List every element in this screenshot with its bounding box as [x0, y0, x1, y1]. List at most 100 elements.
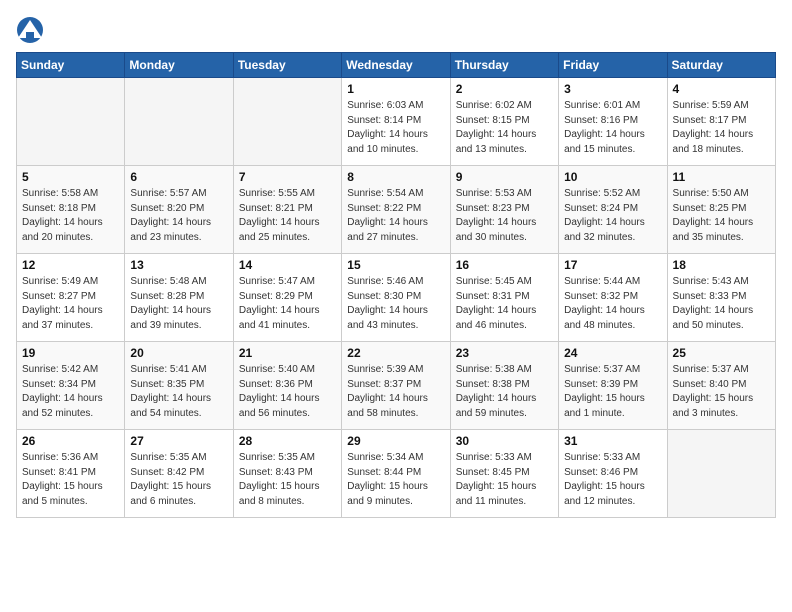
calendar-cell: 22 Sunrise: 5:39 AM Sunset: 8:37 PM Dayli… — [342, 342, 450, 430]
calendar-week-row: 1 Sunrise: 6:03 AM Sunset: 8:14 PM Daylig… — [17, 78, 776, 166]
calendar-cell: 29 Sunrise: 5:34 AM Sunset: 8:44 PM Dayli… — [342, 430, 450, 518]
day-number: 10 — [564, 170, 661, 184]
calendar-cell: 31 Sunrise: 5:33 AM Sunset: 8:46 PM Dayli… — [559, 430, 667, 518]
day-number: 19 — [22, 346, 119, 360]
header-sunday: Sunday — [17, 53, 125, 78]
calendar-cell: 23 Sunrise: 5:38 AM Sunset: 8:38 PM Dayli… — [450, 342, 558, 430]
calendar-cell: 19 Sunrise: 5:42 AM Sunset: 8:34 PM Dayli… — [17, 342, 125, 430]
calendar-cell: 2Sunrise: 6:02 AM Sunset: 8:15 PM Daylig… — [450, 78, 558, 166]
day-detail: Sunrise: 5:57 AM Sunset: 8:20 PM Dayligh… — [130, 187, 227, 245]
header-thursday: Thursday — [450, 53, 558, 78]
calendar-table: SundayMondayTuesdayWednesdayThursdayFrid… — [16, 52, 776, 518]
calendar-cell: 9Sunrise: 5:53 AM Sunset: 8:23 PM Daylig… — [450, 166, 558, 254]
calendar-cell: 28 Sunrise: 5:35 AM Sunset: 8:43 PM Dayli… — [233, 430, 341, 518]
page-header — [16, 16, 776, 44]
day-number: 29 — [347, 434, 444, 448]
calendar-cell: 1 Sunrise: 6:03 AM Sunset: 8:14 PM Daylig… — [342, 78, 450, 166]
day-number: 1 — [347, 82, 444, 96]
day-detail: Sunrise: 5:36 AM Sunset: 8:41 PM Dayligh… — [22, 451, 119, 509]
day-detail: Sunrise: 5:38 AM Sunset: 8:38 PM Dayligh… — [456, 363, 553, 421]
calendar-cell: 18 Sunrise: 5:43 AM Sunset: 8:33 PM Dayli… — [667, 254, 775, 342]
day-detail: Sunrise: 5:35 AM Sunset: 8:42 PM Dayligh… — [130, 451, 227, 509]
day-detail: Sunrise: 5:50 AM Sunset: 8:25 PM Dayligh… — [673, 187, 770, 245]
day-detail: Sunrise: 6:02 AM Sunset: 8:15 PM Dayligh… — [456, 99, 553, 157]
calendar-cell: 17 Sunrise: 5:44 AM Sunset: 8:32 PM Dayli… — [559, 254, 667, 342]
day-number: 17 — [564, 258, 661, 272]
header-monday: Monday — [125, 53, 233, 78]
day-detail: Sunrise: 5:59 AM Sunset: 8:17 PM Dayligh… — [673, 99, 770, 157]
calendar-cell: 12 Sunrise: 5:49 AM Sunset: 8:27 PM Dayli… — [17, 254, 125, 342]
day-number: 27 — [130, 434, 227, 448]
header-wednesday: Wednesday — [342, 53, 450, 78]
day-detail: Sunrise: 5:40 AM Sunset: 8:36 PM Dayligh… — [239, 363, 336, 421]
calendar-cell: 16Sunrise: 5:45 AM Sunset: 8:31 PM Dayli… — [450, 254, 558, 342]
day-detail: Sunrise: 5:37 AM Sunset: 8:40 PM Dayligh… — [673, 363, 770, 421]
day-number: 30 — [456, 434, 553, 448]
header-tuesday: Tuesday — [233, 53, 341, 78]
day-number: 11 — [673, 170, 770, 184]
day-number: 3 — [564, 82, 661, 96]
day-number: 23 — [456, 346, 553, 360]
day-number: 31 — [564, 434, 661, 448]
day-detail: Sunrise: 5:35 AM Sunset: 8:43 PM Dayligh… — [239, 451, 336, 509]
day-number: 22 — [347, 346, 444, 360]
logo — [16, 16, 48, 44]
day-detail: Sunrise: 5:58 AM Sunset: 8:18 PM Dayligh… — [22, 187, 119, 245]
logo-icon — [16, 16, 44, 44]
calendar-cell: 26Sunrise: 5:36 AM Sunset: 8:41 PM Dayli… — [17, 430, 125, 518]
day-detail: Sunrise: 5:52 AM Sunset: 8:24 PM Dayligh… — [564, 187, 661, 245]
calendar-cell — [125, 78, 233, 166]
day-detail: Sunrise: 5:39 AM Sunset: 8:37 PM Dayligh… — [347, 363, 444, 421]
header-friday: Friday — [559, 53, 667, 78]
calendar-cell: 15 Sunrise: 5:46 AM Sunset: 8:30 PM Dayli… — [342, 254, 450, 342]
calendar-cell: 20Sunrise: 5:41 AM Sunset: 8:35 PM Dayli… — [125, 342, 233, 430]
calendar-cell: 13Sunrise: 5:48 AM Sunset: 8:28 PM Dayli… — [125, 254, 233, 342]
day-number: 8 — [347, 170, 444, 184]
day-detail: Sunrise: 5:42 AM Sunset: 8:34 PM Dayligh… — [22, 363, 119, 421]
calendar-cell: 4 Sunrise: 5:59 AM Sunset: 8:17 PM Daylig… — [667, 78, 775, 166]
day-number: 25 — [673, 346, 770, 360]
day-detail: Sunrise: 5:33 AM Sunset: 8:45 PM Dayligh… — [456, 451, 553, 509]
day-detail: Sunrise: 5:33 AM Sunset: 8:46 PM Dayligh… — [564, 451, 661, 509]
day-number: 21 — [239, 346, 336, 360]
day-number: 5 — [22, 170, 119, 184]
day-detail: Sunrise: 5:37 AM Sunset: 8:39 PM Dayligh… — [564, 363, 661, 421]
calendar-cell: 8 Sunrise: 5:54 AM Sunset: 8:22 PM Daylig… — [342, 166, 450, 254]
calendar-week-row: 26Sunrise: 5:36 AM Sunset: 8:41 PM Dayli… — [17, 430, 776, 518]
calendar-cell: 24 Sunrise: 5:37 AM Sunset: 8:39 PM Dayli… — [559, 342, 667, 430]
calendar-week-row: 5 Sunrise: 5:58 AM Sunset: 8:18 PM Daylig… — [17, 166, 776, 254]
calendar-cell: 6 Sunrise: 5:57 AM Sunset: 8:20 PM Daylig… — [125, 166, 233, 254]
calendar-week-row: 12 Sunrise: 5:49 AM Sunset: 8:27 PM Dayli… — [17, 254, 776, 342]
day-number: 28 — [239, 434, 336, 448]
day-detail: Sunrise: 5:45 AM Sunset: 8:31 PM Dayligh… — [456, 275, 553, 333]
header-saturday: Saturday — [667, 53, 775, 78]
day-detail: Sunrise: 6:03 AM Sunset: 8:14 PM Dayligh… — [347, 99, 444, 157]
day-number: 14 — [239, 258, 336, 272]
day-number: 18 — [673, 258, 770, 272]
day-number: 15 — [347, 258, 444, 272]
day-detail: Sunrise: 5:46 AM Sunset: 8:30 PM Dayligh… — [347, 275, 444, 333]
day-number: 12 — [22, 258, 119, 272]
day-number: 4 — [673, 82, 770, 96]
calendar-cell: 14 Sunrise: 5:47 AM Sunset: 8:29 PM Dayli… — [233, 254, 341, 342]
calendar-cell — [667, 430, 775, 518]
calendar-cell: 3 Sunrise: 6:01 AM Sunset: 8:16 PM Daylig… — [559, 78, 667, 166]
calendar-cell: 7Sunrise: 5:55 AM Sunset: 8:21 PM Daylig… — [233, 166, 341, 254]
day-number: 6 — [130, 170, 227, 184]
calendar-cell — [17, 78, 125, 166]
day-detail: Sunrise: 5:34 AM Sunset: 8:44 PM Dayligh… — [347, 451, 444, 509]
day-detail: Sunrise: 5:44 AM Sunset: 8:32 PM Dayligh… — [564, 275, 661, 333]
day-number: 24 — [564, 346, 661, 360]
calendar-cell: 25 Sunrise: 5:37 AM Sunset: 8:40 PM Dayli… — [667, 342, 775, 430]
day-detail: Sunrise: 5:47 AM Sunset: 8:29 PM Dayligh… — [239, 275, 336, 333]
day-detail: Sunrise: 6:01 AM Sunset: 8:16 PM Dayligh… — [564, 99, 661, 157]
day-number: 13 — [130, 258, 227, 272]
calendar-cell — [233, 78, 341, 166]
day-number: 20 — [130, 346, 227, 360]
calendar-cell: 21 Sunrise: 5:40 AM Sunset: 8:36 PM Dayli… — [233, 342, 341, 430]
day-detail: Sunrise: 5:43 AM Sunset: 8:33 PM Dayligh… — [673, 275, 770, 333]
calendar-cell: 5 Sunrise: 5:58 AM Sunset: 8:18 PM Daylig… — [17, 166, 125, 254]
calendar-cell: 30 Sunrise: 5:33 AM Sunset: 8:45 PM Dayli… — [450, 430, 558, 518]
day-detail: Sunrise: 5:54 AM Sunset: 8:22 PM Dayligh… — [347, 187, 444, 245]
day-detail: Sunrise: 5:49 AM Sunset: 8:27 PM Dayligh… — [22, 275, 119, 333]
